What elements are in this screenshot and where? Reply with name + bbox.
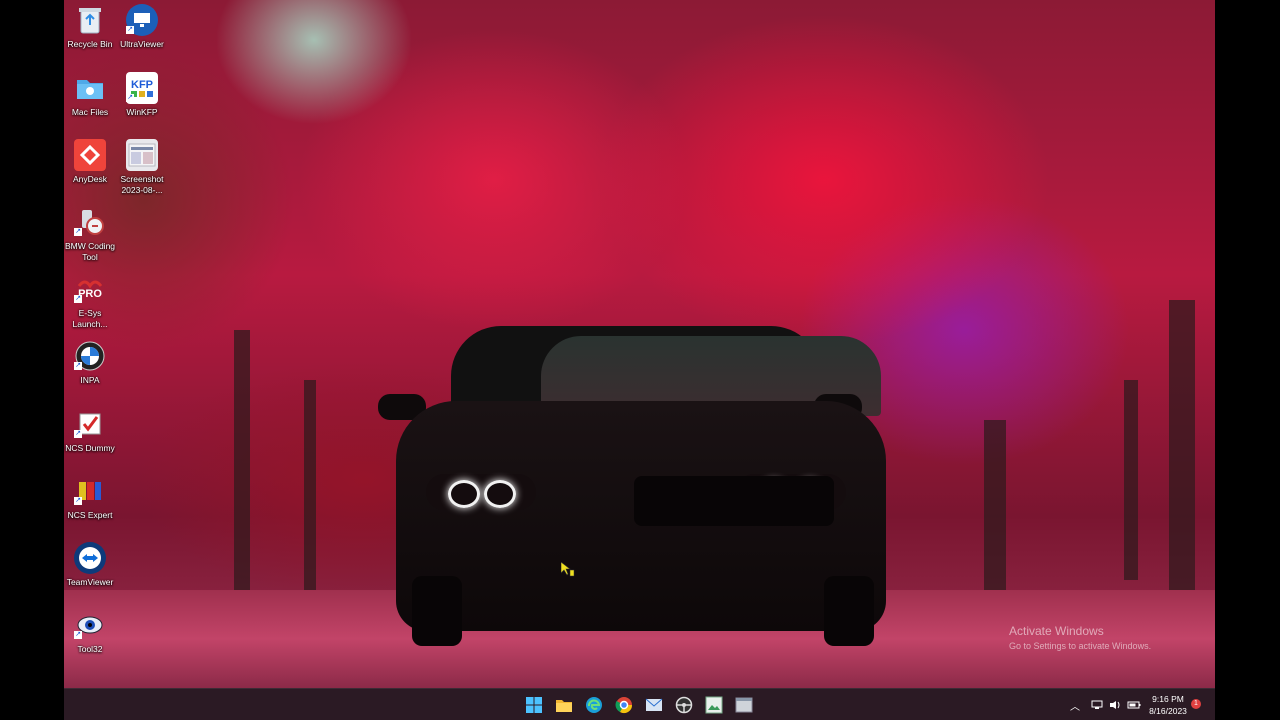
shortcut-arrow-icon: ↗ xyxy=(74,631,82,639)
watermark-title: Activate Windows xyxy=(1009,624,1104,638)
desktop-icon-winkfp[interactable]: KFP ↗ WinKFP xyxy=(112,70,172,134)
start-button[interactable] xyxy=(523,694,545,716)
clock-time: 9:16 PM xyxy=(1152,694,1184,704)
shortcut-arrow-icon: ↗ xyxy=(126,94,134,102)
taskbar-mail[interactable] xyxy=(643,694,665,716)
shortcut-arrow-icon: ↗ xyxy=(74,362,82,370)
system-tray[interactable] xyxy=(1091,689,1141,720)
image-file-icon xyxy=(126,139,158,171)
shortcut-arrow-icon: ↗ xyxy=(126,26,134,34)
start-icon xyxy=(526,697,542,713)
desktop-icon-teamviewer[interactable]: TeamViewer xyxy=(64,540,120,604)
desktop-icon-ncs-expert[interactable]: ↗ NCS Expert xyxy=(64,473,120,537)
desktop-icon-esys-launcher[interactable]: PRO ↗ E-Sys Launch... xyxy=(64,271,120,335)
recycle-bin-icon xyxy=(74,4,106,36)
desktop-icon-bmw-coding-tool[interactable]: ↗ BMW Coding Tool xyxy=(64,204,120,268)
taskbar-app-window[interactable] xyxy=(733,694,755,716)
desktop-screen: Recycle Bin ↗ UltraViewer Mac Files KFP … xyxy=(64,0,1215,720)
desktop-icon-tool32[interactable]: ↗ Tool32 xyxy=(64,607,120,671)
chrome-icon xyxy=(615,697,633,714)
mail-icon xyxy=(645,698,663,711)
taskbar-image-viewer[interactable] xyxy=(703,694,725,716)
taskbar-chrome[interactable] xyxy=(613,694,635,716)
clock-date: 8/16/2023 xyxy=(1149,706,1187,716)
steering-wheel-app-icon xyxy=(675,696,693,714)
folder-icon xyxy=(74,72,106,104)
wallpaper xyxy=(64,0,1215,688)
speaker-icon xyxy=(1110,701,1120,709)
desktop-icon-screenshot[interactable]: Screenshot 2023-08-... xyxy=(112,137,172,201)
anydesk-icon xyxy=(74,139,106,171)
network-icon xyxy=(1091,700,1103,709)
taskbar: ︿ 9:16 PM 8/16/2023 1 xyxy=(64,688,1215,720)
edge-icon xyxy=(586,697,602,713)
taskbar-clock[interactable]: 9:16 PM 8/16/2023 xyxy=(1138,693,1198,717)
busy-cursor-icon xyxy=(560,561,575,578)
watermark-subtitle: Go to Settings to activate Windows. xyxy=(1009,641,1152,651)
desktop-icon-inpa[interactable]: ↗ INPA xyxy=(64,338,120,402)
desktop-icon-ncs-dummy[interactable]: ↗ NCS Dummy xyxy=(64,406,120,470)
taskbar-file-explorer[interactable] xyxy=(553,694,575,716)
activate-windows-watermark: Activate Windows Go to Settings to activ… xyxy=(1009,624,1151,651)
black-car xyxy=(376,326,896,648)
image-viewer-icon xyxy=(705,696,723,714)
taskbar-edge[interactable] xyxy=(583,694,605,716)
shortcut-arrow-icon: ↗ xyxy=(74,430,82,438)
file-explorer-icon xyxy=(556,700,572,712)
shortcut-arrow-icon: ↗ xyxy=(74,228,82,236)
desktop-icon-ultraviewer[interactable]: ↗ UltraViewer xyxy=(112,2,172,66)
shortcut-arrow-icon: ↗ xyxy=(74,497,82,505)
shortcut-arrow-icon: ↗ xyxy=(74,295,82,303)
taskbar-steering-app[interactable] xyxy=(673,694,695,716)
teamviewer-icon xyxy=(74,542,106,574)
show-hidden-icons-button[interactable]: ︿ xyxy=(1070,689,1080,720)
app-window-icon xyxy=(735,697,753,713)
notification-badge[interactable]: 1 xyxy=(1191,699,1201,709)
chevron-up-icon: ︿ xyxy=(1070,701,1080,713)
